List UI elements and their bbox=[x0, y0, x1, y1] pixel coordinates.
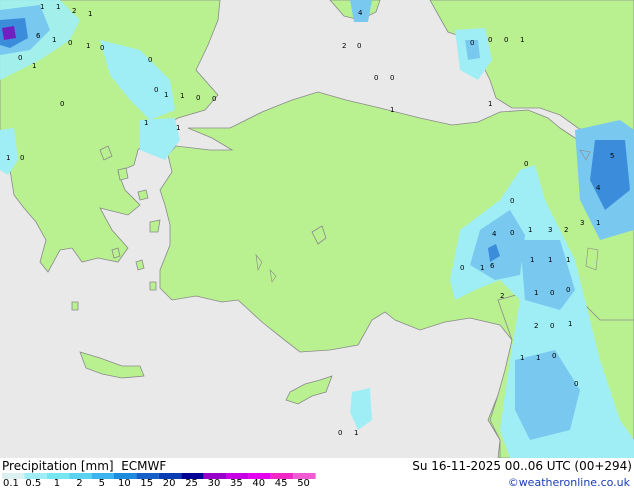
label: 1 bbox=[566, 256, 570, 264]
label: 0 bbox=[148, 56, 152, 64]
label: 0 bbox=[154, 86, 158, 94]
label: 1 bbox=[520, 36, 524, 44]
label: 1 bbox=[480, 264, 484, 272]
legend-tick-label: 5 bbox=[98, 478, 105, 489]
label: 3 bbox=[580, 219, 584, 227]
label: 0 bbox=[374, 74, 378, 82]
label: 0 bbox=[460, 264, 464, 272]
legend-tick-label: 25 bbox=[185, 478, 198, 489]
label: 0 bbox=[552, 352, 556, 360]
label: 1 bbox=[354, 429, 358, 437]
label: 0 bbox=[488, 36, 492, 44]
label: 0 bbox=[574, 380, 578, 388]
product-title: Precipitation [mm] ECMWF bbox=[2, 459, 167, 473]
label: 1 bbox=[536, 354, 540, 362]
label: 0 bbox=[566, 286, 570, 294]
label: 0 bbox=[196, 94, 200, 102]
label: 1 bbox=[534, 289, 538, 297]
label: 1 bbox=[530, 256, 534, 264]
label: 1 bbox=[86, 42, 90, 50]
label: 4 bbox=[492, 230, 497, 238]
label: 1 bbox=[176, 124, 180, 132]
label: 6 bbox=[490, 262, 495, 270]
label: 1 bbox=[6, 154, 10, 162]
valid-time: Su 16-11-2025 00..06 UTC (00+294) bbox=[412, 459, 632, 473]
label: 0 bbox=[510, 197, 514, 205]
copyright-link[interactable]: ©weatheronline.co.uk bbox=[508, 476, 630, 489]
label: 0 bbox=[18, 54, 22, 62]
label: 0 bbox=[338, 429, 342, 437]
label: 0 bbox=[68, 39, 72, 47]
legend-tick-label: 1 bbox=[53, 478, 61, 489]
label: 1 bbox=[520, 354, 524, 362]
label: 2 bbox=[564, 226, 568, 234]
legend-tick-label: 15 bbox=[140, 478, 154, 489]
legend-tick-label: 0.1 bbox=[3, 478, 19, 489]
legend-ticks: 0.1 0.5 1 2 5 10 15 20 25 30 35 40 45 50 bbox=[0, 478, 330, 490]
label: 1 bbox=[144, 119, 148, 127]
label: 0 bbox=[524, 160, 528, 168]
label: 0 bbox=[212, 95, 216, 103]
legend-tick-label: 10 bbox=[118, 478, 131, 489]
label: 0 bbox=[470, 39, 474, 47]
label: 1 bbox=[56, 3, 60, 11]
legend-tick-label: 35 bbox=[230, 478, 243, 489]
label: 1 bbox=[52, 36, 56, 44]
label: 2 bbox=[342, 42, 346, 50]
label: 1 bbox=[390, 106, 394, 114]
legend-tick-label: 45 bbox=[274, 478, 288, 489]
label: 2 bbox=[534, 322, 538, 330]
label: 0 bbox=[504, 36, 508, 44]
map-canvas: 1 1 2 1 6 0 1 0 0 1 1 1 0 0 0 1 1 0 1 0 … bbox=[0, 0, 634, 459]
label: 1 bbox=[528, 226, 532, 234]
footer-bar: Precipitation [mm] ECMWF Su 16-11-2025 0… bbox=[0, 458, 634, 490]
legend-tick-label: 20 bbox=[162, 478, 176, 489]
label: 0 bbox=[357, 42, 361, 50]
label: 4 bbox=[596, 184, 601, 192]
label: 0 bbox=[550, 322, 554, 330]
label: 1 bbox=[164, 91, 168, 99]
legend-tick-label: 0.5 bbox=[25, 478, 42, 489]
label: 0 bbox=[550, 289, 554, 297]
label: 1 bbox=[88, 10, 92, 18]
legend-tick-label: 50 bbox=[297, 478, 310, 489]
label: 0 bbox=[510, 229, 514, 237]
label: 6 bbox=[36, 32, 41, 40]
label: 0 bbox=[390, 74, 394, 82]
label: 1 bbox=[568, 320, 572, 328]
legend-tick-label: 40 bbox=[252, 478, 266, 489]
label: 1 bbox=[596, 219, 600, 227]
label: 1 bbox=[180, 92, 184, 100]
label: 4 bbox=[358, 9, 363, 17]
label: 0 bbox=[100, 44, 104, 52]
label: 2 bbox=[500, 292, 504, 300]
label: 1 bbox=[548, 256, 552, 264]
label: 1 bbox=[40, 3, 44, 11]
label: 1 bbox=[488, 100, 492, 108]
label: 0 bbox=[20, 154, 24, 162]
label: 1 bbox=[32, 62, 36, 70]
label: 5 bbox=[610, 152, 614, 160]
precipitation-map: 1 1 2 1 6 0 1 0 0 1 1 1 0 0 0 1 1 0 1 0 … bbox=[0, 0, 634, 459]
label: 2 bbox=[72, 7, 76, 15]
legend-tick-label: 30 bbox=[207, 478, 221, 489]
label: 3 bbox=[548, 226, 552, 234]
legend-tick-label: 2 bbox=[76, 478, 83, 489]
label: 0 bbox=[60, 100, 64, 108]
